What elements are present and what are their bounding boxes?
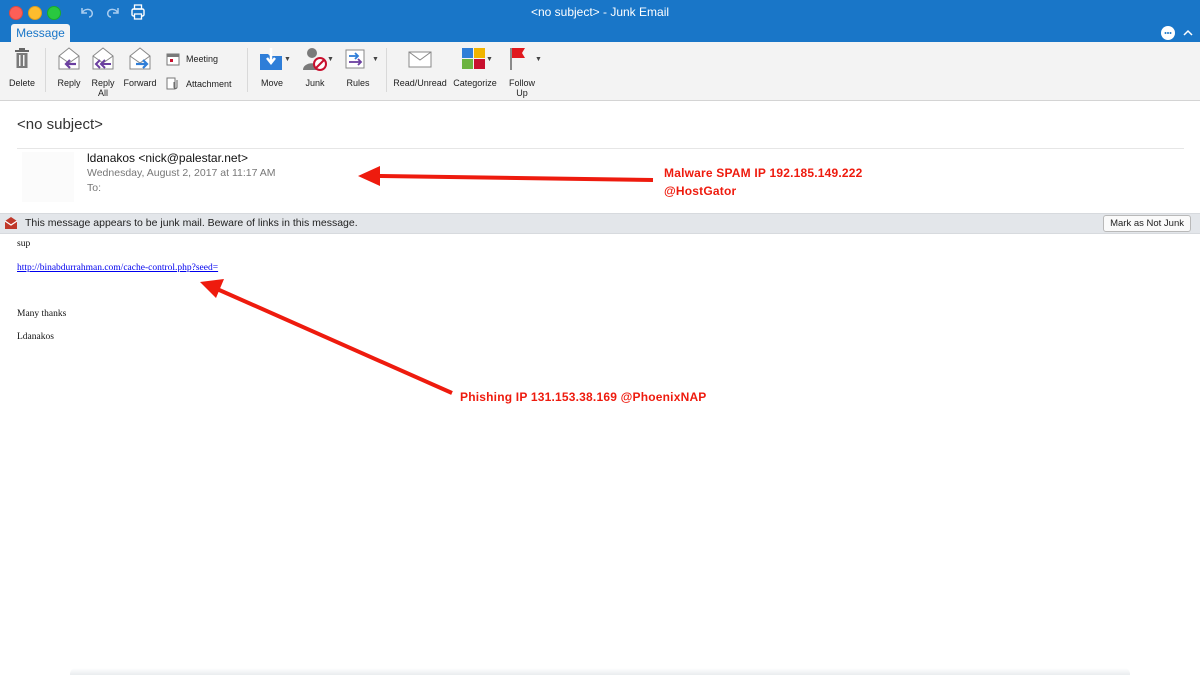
malware-annotation-line2: @HostGator (664, 184, 737, 198)
phishing-annotation: Phishing IP 131.153.38.169 @PhoenixNAP (460, 390, 707, 404)
phishing-arrow (200, 279, 453, 395)
malware-arrow (358, 166, 654, 186)
window-bottom-edge (70, 668, 1130, 675)
annotation-arrows (200, 166, 654, 395)
malware-annotation-line1: Malware SPAM IP 192.185.149.222 (664, 166, 863, 180)
